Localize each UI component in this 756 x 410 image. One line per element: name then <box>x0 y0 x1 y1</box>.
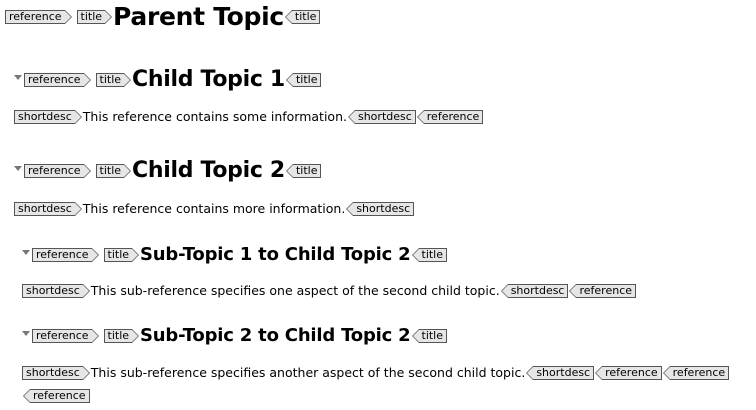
reference-close-tag[interactable]: reference <box>569 284 637 298</box>
sub-topic-2-title[interactable]: Sub-Topic 2 to Child Topic 2 <box>140 324 411 348</box>
shortdesc-close-tag[interactable]: shortdesc <box>346 202 415 216</box>
sub-topic-1-heading-row: reference title Sub-Topic 1 to Child Top… <box>22 243 448 267</box>
collapse-triangle-icon[interactable] <box>14 165 22 171</box>
reference-close-tag[interactable]: reference <box>416 110 484 124</box>
shortdesc-open-tag[interactable]: shortdesc <box>14 110 82 124</box>
reference-close-tag[interactable]: reference <box>662 366 730 380</box>
child-topic-2-title[interactable]: Child Topic 2 <box>132 157 285 185</box>
sub-topic-1-shortdesc-row: shortdesc This sub-reference specifies o… <box>22 282 637 300</box>
shortdesc-close-tag[interactable]: shortdesc <box>348 110 416 124</box>
sub-topic-2-shortdesc-row: shortdesc This sub-reference specifies a… <box>22 364 730 382</box>
collapse-triangle-icon[interactable] <box>22 249 30 255</box>
reference-open-tag[interactable]: reference <box>24 73 91 87</box>
title-open-tag[interactable]: title <box>103 329 139 343</box>
reference-open-tag[interactable]: reference <box>5 10 72 24</box>
title-close-tag[interactable]: title <box>411 329 448 343</box>
title-open-tag[interactable]: title <box>76 10 112 24</box>
child-topic-1-shortdesc-row: shortdesc This reference contains some i… <box>14 108 484 126</box>
child-topic-1-heading-row: reference title Child Topic 1 title <box>14 66 322 94</box>
sub-topic-2-heading-row: reference title Sub-Topic 2 to Child Top… <box>22 324 448 348</box>
reference-open-tag[interactable]: reference <box>32 248 99 262</box>
collapse-triangle-icon[interactable] <box>14 74 22 80</box>
shortdesc-close-tag[interactable]: shortdesc <box>500 284 569 298</box>
final-closing-row: reference <box>22 388 90 404</box>
parent-topic-heading-row: reference title Parent Topic title <box>5 2 321 32</box>
reference-close-tag[interactable]: reference <box>595 366 662 380</box>
title-close-tag[interactable]: title <box>286 73 322 87</box>
reference-open-tag[interactable]: reference <box>32 329 99 343</box>
child-topic-2-shortdesc-row: shortdesc This reference contains more i… <box>14 200 415 218</box>
title-open-tag[interactable]: title <box>95 73 131 87</box>
title-close-tag[interactable]: title <box>285 10 321 24</box>
child-topic-2-heading-row: reference title Child Topic 2 title <box>14 157 322 185</box>
shortdesc-close-tag[interactable]: shortdesc <box>526 366 595 380</box>
sub-topic-1-shortdesc[interactable]: This sub-reference specifies one aspect … <box>91 283 500 299</box>
child-topic-1-title[interactable]: Child Topic 1 <box>132 66 285 94</box>
shortdesc-open-tag[interactable]: shortdesc <box>14 202 82 216</box>
reference-open-tag[interactable]: reference <box>24 164 91 178</box>
parent-topic-title[interactable]: Parent Topic <box>113 2 284 32</box>
title-open-tag[interactable]: title <box>95 164 131 178</box>
reference-close-tag[interactable]: reference <box>23 389 90 403</box>
child-topic-2-shortdesc[interactable]: This reference contains more information… <box>83 201 346 217</box>
child-topic-1-shortdesc[interactable]: This reference contains some information… <box>83 109 347 125</box>
shortdesc-open-tag[interactable]: shortdesc <box>22 366 90 380</box>
sub-topic-1-title[interactable]: Sub-Topic 1 to Child Topic 2 <box>140 243 411 267</box>
sub-topic-2-shortdesc[interactable]: This sub-reference specifies another asp… <box>91 365 526 381</box>
title-close-tag[interactable]: title <box>411 248 448 262</box>
title-open-tag[interactable]: title <box>103 248 139 262</box>
collapse-triangle-icon[interactable] <box>22 330 30 336</box>
title-close-tag[interactable]: title <box>286 164 322 178</box>
shortdesc-open-tag[interactable]: shortdesc <box>22 284 90 298</box>
